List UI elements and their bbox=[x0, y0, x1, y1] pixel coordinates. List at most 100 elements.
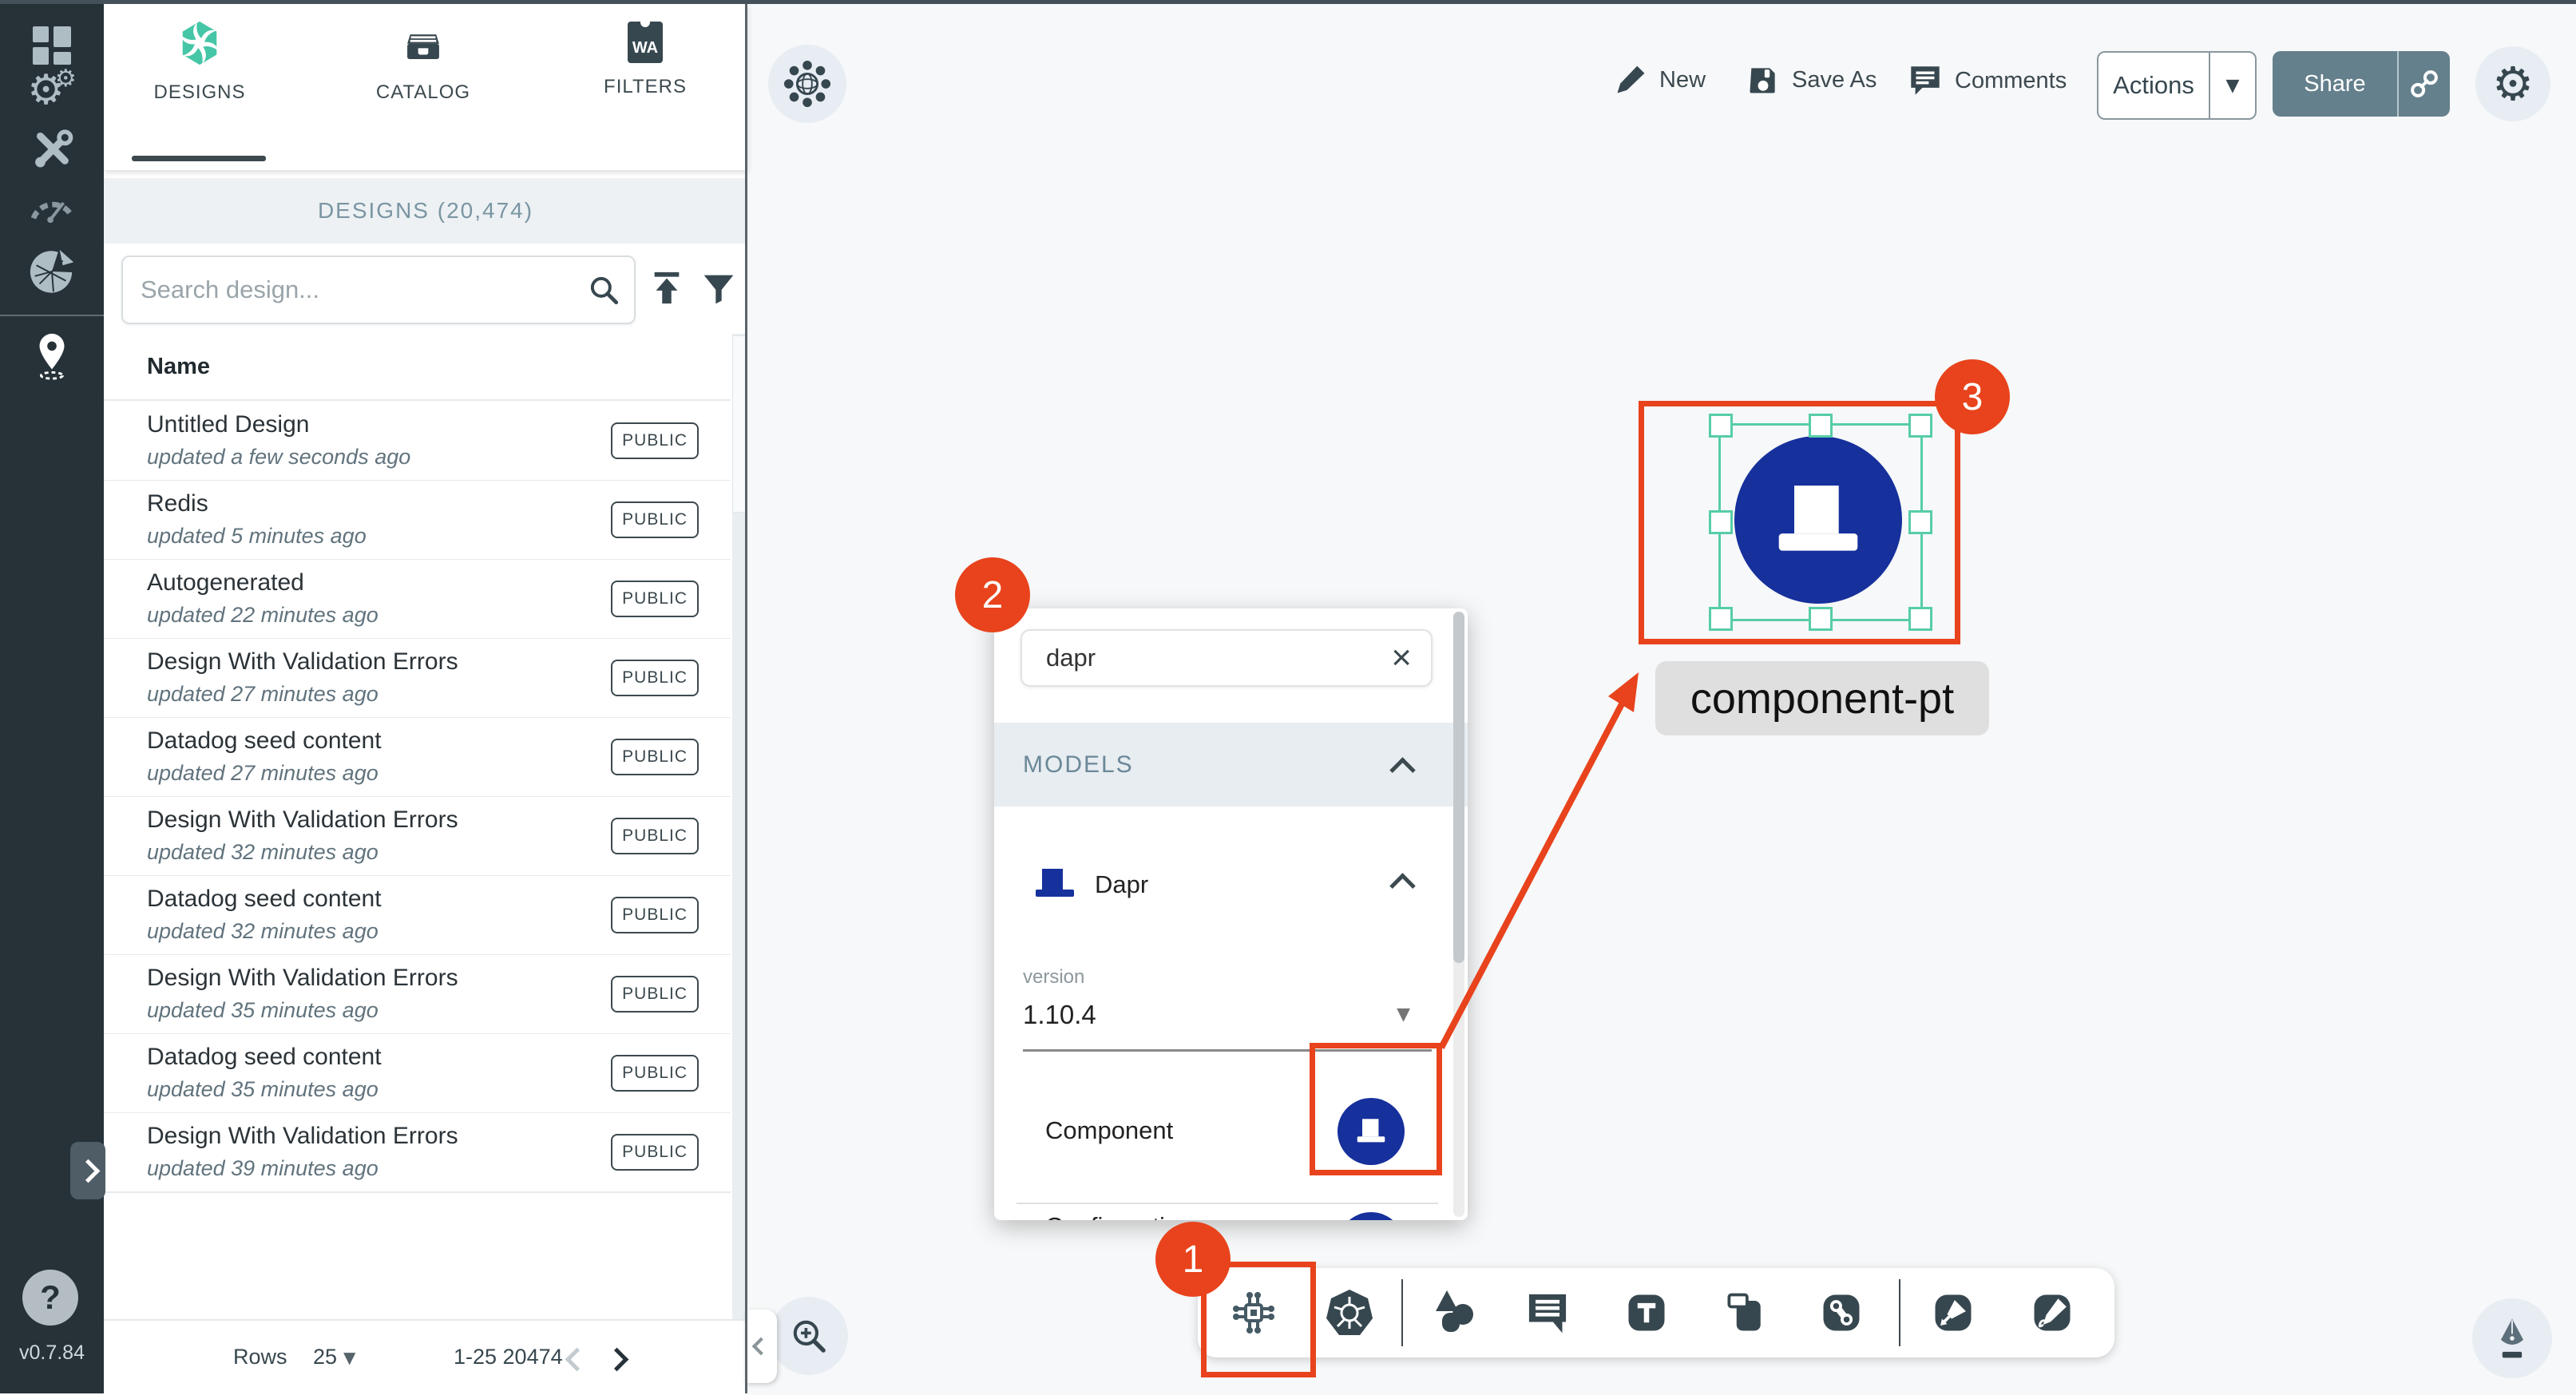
design-row[interactable]: Datadog seed content updated 35 minutes … bbox=[104, 1034, 731, 1113]
shapes-tool-icon[interactable] bbox=[1428, 1286, 1482, 1340]
new-design-button[interactable]: New bbox=[1613, 62, 1706, 97]
design-search-input[interactable] bbox=[123, 275, 586, 304]
rows-per-page-select[interactable]: 25 bbox=[313, 1345, 337, 1369]
copy-link-icon[interactable] bbox=[2399, 67, 2450, 101]
visibility-badge[interactable]: PUBLIC bbox=[611, 818, 699, 854]
lifecycle-gears-icon[interactable]: ⚙ ⚙ bbox=[0, 64, 104, 117]
tab-catalog-label: CATALOG bbox=[335, 81, 511, 104]
rows-label: Rows bbox=[233, 1345, 287, 1369]
version-value: 1.10.4 bbox=[1023, 1000, 1096, 1030]
location-pin-icon[interactable] bbox=[0, 326, 104, 386]
drawer-collapse-handle[interactable] bbox=[745, 1310, 777, 1383]
save-as-button[interactable]: Save As bbox=[1746, 62, 1877, 97]
version-caret-icon: ▼ bbox=[1397, 1005, 1410, 1024]
annotation-box-canvas-node bbox=[1639, 401, 1960, 644]
design-row[interactable]: Design With Validation Errors updated 32… bbox=[104, 797, 731, 876]
freehand-pen-tool-icon[interactable] bbox=[2025, 1286, 2079, 1340]
component-name-label[interactable]: component-pt bbox=[1655, 661, 1989, 735]
design-updated: updated 27 minutes ago bbox=[147, 761, 378, 786]
actions-label: Actions bbox=[2098, 71, 2209, 100]
frame-tool-icon[interactable] bbox=[1718, 1286, 1773, 1340]
tab-designs[interactable]: DESIGNS bbox=[112, 20, 287, 104]
tab-catalog[interactable]: CATALOG bbox=[335, 20, 511, 104]
visibility-badge[interactable]: PUBLIC bbox=[611, 739, 699, 775]
filter-designs-icon[interactable] bbox=[701, 271, 736, 311]
design-name: Design With Validation Errors bbox=[147, 648, 458, 676]
kubernetes-chart-icon[interactable] bbox=[0, 244, 104, 299]
visibility-badge[interactable]: PUBLIC bbox=[611, 501, 699, 538]
share-label: Share bbox=[2273, 71, 2397, 97]
design-row[interactable]: Design With Validation Errors updated 27… bbox=[104, 639, 731, 718]
link-tool-icon[interactable] bbox=[1814, 1286, 1869, 1340]
design-row[interactable]: Design With Validation Errors updated 35… bbox=[104, 955, 731, 1034]
dapr-configuration-icon[interactable] bbox=[1338, 1212, 1405, 1220]
design-name: Design With Validation Errors bbox=[147, 1123, 458, 1150]
text-tool-icon[interactable] bbox=[1619, 1286, 1674, 1340]
design-row[interactable]: Autogenerated updated 22 minutes ago PUB… bbox=[104, 560, 731, 639]
design-row[interactable]: Datadog seed content updated 32 minutes … bbox=[104, 876, 731, 955]
collapse-dapr-icon[interactable] bbox=[1389, 873, 1416, 899]
annotation-step-3: 3 bbox=[1935, 359, 2010, 434]
drawer-resize-divider[interactable] bbox=[745, 0, 747, 1393]
design-row[interactable]: Untitled Design updated a few seconds ag… bbox=[104, 402, 731, 481]
window-top-edge bbox=[0, 0, 2576, 4]
visibility-badge[interactable]: PUBLIC bbox=[611, 581, 699, 617]
page-range: 1-25 20474 bbox=[454, 1345, 563, 1369]
zoom-in-button[interactable] bbox=[770, 1297, 848, 1375]
design-name: Redis bbox=[147, 490, 208, 517]
drawer-expand-handle[interactable] bbox=[70, 1142, 105, 1199]
collapse-models-icon[interactable] bbox=[1389, 757, 1416, 783]
app-root: ⚙ ⚙ bbox=[0, 0, 2576, 1393]
visibility-badge[interactable]: PUBLIC bbox=[611, 897, 699, 933]
visibility-badge[interactable]: PUBLIC bbox=[611, 1134, 699, 1171]
visibility-badge[interactable]: PUBLIC bbox=[611, 976, 699, 1013]
pen-mode-button[interactable] bbox=[2472, 1298, 2552, 1378]
comment-tool-icon[interactable] bbox=[1520, 1286, 1575, 1340]
models-section-header[interactable]: MODELS bbox=[994, 723, 1468, 806]
comments-button[interactable]: Comments bbox=[1907, 62, 2067, 99]
design-search bbox=[121, 256, 636, 324]
design-updated: updated 35 minutes ago bbox=[147, 998, 378, 1023]
design-row[interactable]: Design With Validation Errors updated 39… bbox=[104, 1113, 731, 1192]
visibility-badge[interactable]: PUBLIC bbox=[611, 660, 699, 696]
design-updated: updated 32 minutes ago bbox=[147, 840, 378, 865]
kubernetes-tool-icon[interactable] bbox=[1322, 1286, 1377, 1340]
settings-button[interactable]: ⚙ bbox=[2475, 46, 2550, 121]
annotation-step-1: 1 bbox=[1155, 1222, 1231, 1297]
actions-button[interactable]: Actions ▼ bbox=[2097, 51, 2257, 120]
performance-icon[interactable] bbox=[0, 180, 104, 228]
component-item-label: Component bbox=[1045, 1116, 1173, 1145]
visibility-badge[interactable]: PUBLIC bbox=[611, 422, 699, 459]
clear-search-icon[interactable]: × bbox=[1391, 640, 1412, 676]
pencil-icon bbox=[1613, 62, 1648, 97]
design-name: Design With Validation Errors bbox=[147, 806, 458, 834]
design-status-button[interactable] bbox=[768, 45, 846, 123]
visibility-badge[interactable]: PUBLIC bbox=[611, 1055, 699, 1092]
panel-scrollbar-thumb[interactable] bbox=[1453, 612, 1464, 963]
design-row[interactable]: Datadog seed content updated 27 minutes … bbox=[104, 718, 731, 797]
edge-pen-tool-icon[interactable] bbox=[1926, 1286, 1980, 1340]
design-row[interactable]: Redis updated 5 minutes ago PUBLIC bbox=[104, 481, 731, 560]
design-name: Design With Validation Errors bbox=[147, 965, 458, 992]
wa-text: WA bbox=[628, 39, 663, 57]
model-search-input[interactable] bbox=[1022, 643, 1391, 673]
pagination-bar: Rows 25 ▼ 1-25 20474 bbox=[104, 1319, 747, 1395]
version-label: version bbox=[1023, 966, 1084, 989]
rows-per-page-caret-icon[interactable]: ▼ bbox=[343, 1348, 355, 1367]
next-page-button[interactable] bbox=[608, 1351, 625, 1372]
dapr-model-icon bbox=[1032, 867, 1077, 899]
tab-filters[interactable]: WA FILTERS bbox=[557, 20, 733, 98]
design-updated: updated a few seconds ago bbox=[147, 445, 410, 470]
gear-icon: ⚙ bbox=[2492, 57, 2534, 111]
dapr-model-label: Dapr bbox=[1095, 870, 1148, 899]
help-button[interactable]: ? bbox=[22, 1270, 78, 1326]
prev-page-button[interactable] bbox=[569, 1351, 585, 1372]
designs-drawer: DESIGNS CATALOG WA FILTERS DESIGNS (20,4 bbox=[104, 0, 747, 1393]
column-header-name: Name bbox=[147, 354, 210, 380]
upload-design-icon[interactable] bbox=[648, 270, 685, 311]
share-button[interactable]: Share bbox=[2273, 51, 2450, 117]
mesh-sync-icon bbox=[783, 59, 832, 109]
actions-caret-icon[interactable]: ▼ bbox=[2210, 76, 2255, 96]
toolbox-icon[interactable] bbox=[0, 121, 104, 174]
wasm-filter-icon: WA bbox=[623, 20, 668, 65]
